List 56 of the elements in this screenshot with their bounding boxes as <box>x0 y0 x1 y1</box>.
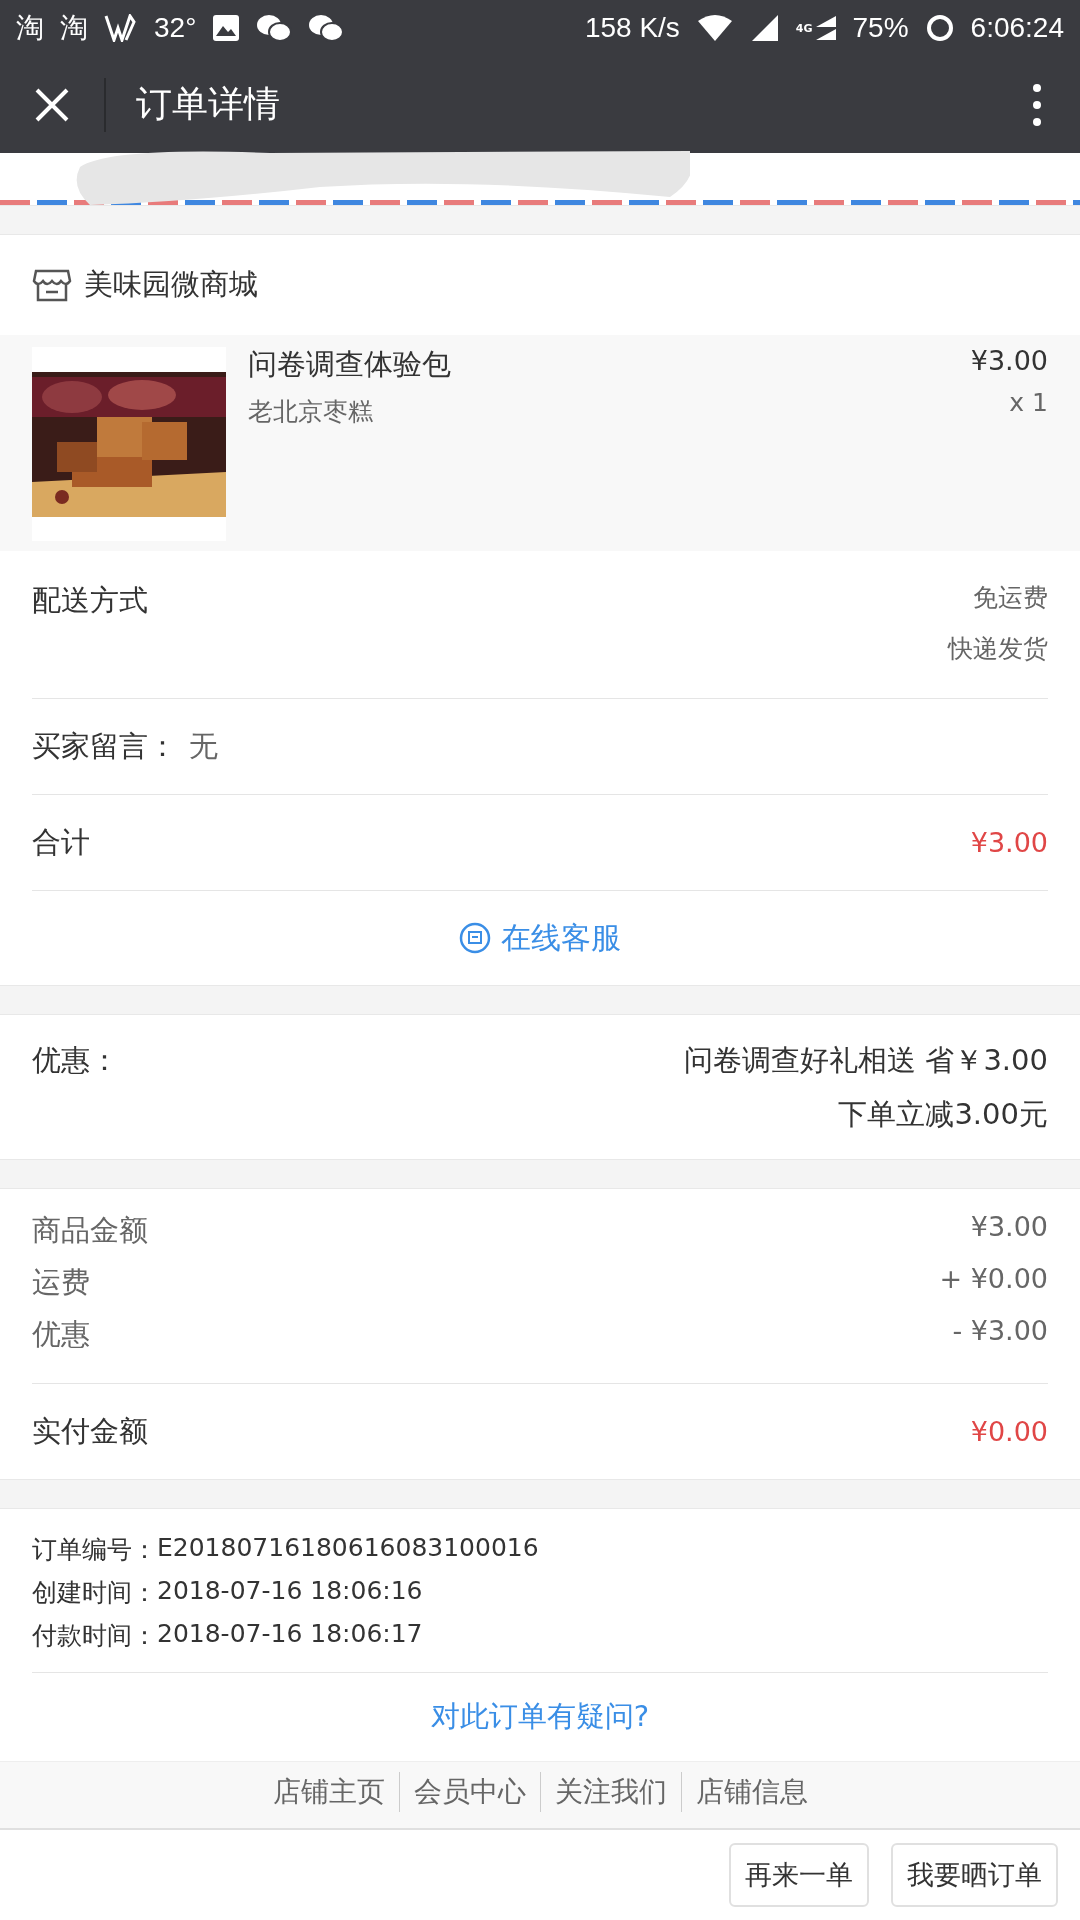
app-notification-icon: 淘 <box>16 9 44 47</box>
total-amount: ¥3.00 <box>970 827 1048 858</box>
signal-icon <box>814 15 837 41</box>
amount-value: - ¥3.00 <box>952 1315 1048 1348</box>
page-title: 订单详情 <box>136 82 281 126</box>
footer-link[interactable]: 店铺主页 <box>258 1772 399 1812</box>
close-icon[interactable] <box>34 86 70 123</box>
product-price: ¥3.00 <box>970 345 1048 376</box>
amount-label: 优惠 <box>32 1316 90 1353</box>
order-info-label: 创建时间： <box>32 1577 157 1609</box>
clock: 6:06:24 <box>970 12 1064 44</box>
shipping-fee: 免运费 <box>973 582 1048 614</box>
online-service-link[interactable]: 在线客服 <box>459 917 621 959</box>
discount-detail: 下单立减3.00元 <box>838 1096 1048 1133</box>
footer-link[interactable]: 关注我们 <box>539 1772 681 1812</box>
network-type: 4G <box>795 21 813 35</box>
app-notification-icon: 淘 <box>60 9 88 47</box>
order-info-value: 2018-07-16 18:06:17 <box>157 1619 423 1650</box>
paid-amount: ¥0.00 <box>970 1416 1048 1447</box>
discount-detail: 问卷调查好礼相送 省￥3.00 <box>684 1042 1048 1079</box>
product-name: 问卷调查体验包 <box>248 346 452 383</box>
product-row[interactable]: 问卷调查体验包 老北京枣糕 ¥3.00 x 1 <box>0 335 1080 551</box>
amount-value: ¥3.00 <box>970 1211 1048 1244</box>
footer-link[interactable]: 会员中心 <box>398 1772 540 1812</box>
battery-percent: 75% <box>852 12 909 44</box>
order-info-value: E20180716180616083100016 <box>157 1533 539 1564</box>
chat-icon <box>459 922 491 954</box>
amount-value: + ¥0.00 <box>939 1263 1048 1296</box>
amount-label: 商品金额 <box>32 1212 148 1249</box>
temperature-text: 32° <box>154 12 197 44</box>
shop-name[interactable]: 美味园微商城 <box>84 265 258 305</box>
order-question-link[interactable]: 对此订单有疑问? <box>430 1697 650 1737</box>
buyer-note: 无 <box>189 727 218 765</box>
image-icon <box>212 14 241 42</box>
store-icon <box>32 267 72 303</box>
more-icon[interactable] <box>1032 82 1042 127</box>
discount-label: 优惠： <box>32 1042 119 1079</box>
wifi-icon <box>695 13 734 43</box>
product-quantity: x 1 <box>1009 388 1048 417</box>
total-label: 合计 <box>32 823 90 861</box>
order-info-value: 2018-07-16 18:06:16 <box>157 1576 423 1607</box>
chat-icon <box>256 13 293 43</box>
product-spec: 老北京枣糕 <box>248 396 374 428</box>
delivery-method: 快递发货 <box>948 633 1048 665</box>
amount-label: 运费 <box>32 1264 90 1301</box>
delivery-label: 配送方式 <box>32 582 148 619</box>
chat-icon <box>308 13 345 43</box>
battery-ring-icon <box>924 13 955 43</box>
order-info-label: 订单编号： <box>32 1534 157 1566</box>
footer-link[interactable]: 店铺信息 <box>680 1772 822 1812</box>
paid-label: 实付金额 <box>32 1412 148 1450</box>
order-action-button[interactable]: 再来一单 <box>729 1843 869 1907</box>
buyer-note-label: 买家留言： <box>32 727 177 765</box>
network-speed: 158 K/s <box>584 12 680 44</box>
order-action-button[interactable]: 我要晒订单 <box>891 1843 1058 1907</box>
order-info-label: 付款时间： <box>32 1620 157 1652</box>
